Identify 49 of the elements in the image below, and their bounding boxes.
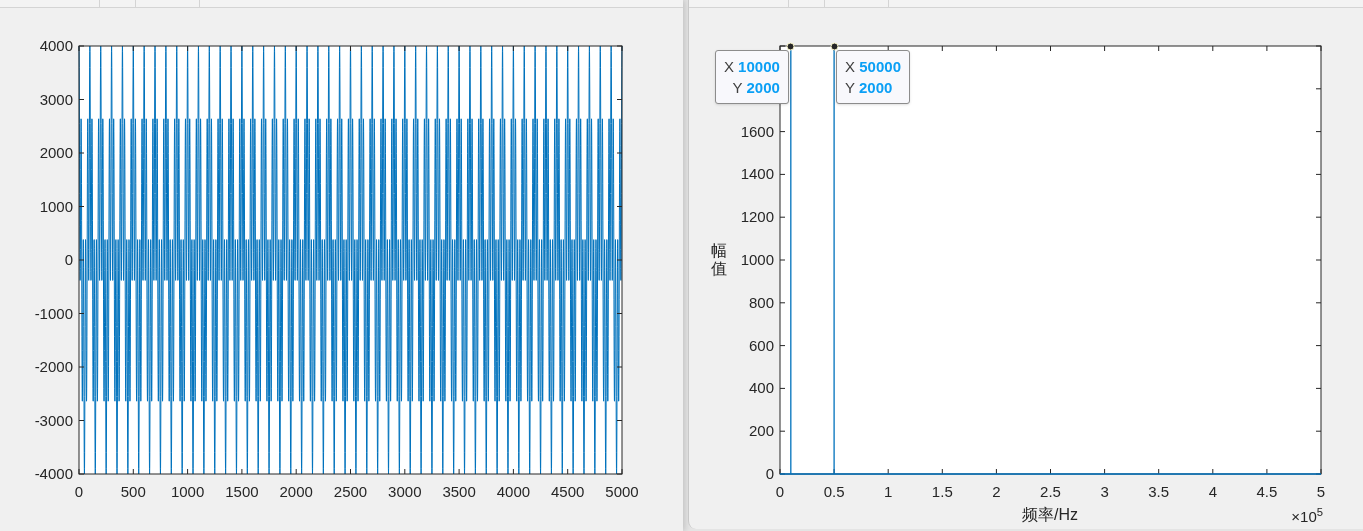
y-tick-label: 600 xyxy=(748,337,774,354)
x-tick-label: 0 xyxy=(775,484,785,500)
datatip-x-value: X 50000 xyxy=(845,57,901,77)
x-tick-label: 3 xyxy=(1100,484,1109,500)
x-tick-label: 1500 xyxy=(225,484,259,500)
y-axis-label: 幅值 xyxy=(711,242,727,278)
x-tick-label: 3000 xyxy=(388,484,422,500)
x-tick-label: 0.5 xyxy=(823,484,845,500)
x-tick-label: 1 xyxy=(884,484,893,500)
x-tick-label: 4.5 xyxy=(1256,484,1278,500)
x-tick-label: 4000 xyxy=(496,484,531,500)
y-tick-label: 1200 xyxy=(740,209,774,226)
x-tick-label: 1.5 xyxy=(931,484,953,500)
x-tick-label: 3500 xyxy=(442,484,476,500)
x-tick-label: 5000 xyxy=(605,484,639,500)
x-tick-label: 4500 xyxy=(551,484,585,500)
y-tick-label: 0 xyxy=(765,466,774,482)
y-tick-label: 1400 xyxy=(740,166,774,183)
datatip[interactable]: X 50000 Y 2000 xyxy=(836,50,910,104)
datatip[interactable]: X 10000 Y 2000 xyxy=(714,50,789,104)
x-axis-label: 频率/Hz xyxy=(1022,506,1078,524)
y-tick-label: -3000 xyxy=(34,412,73,429)
y-tick-label: 0 xyxy=(64,252,73,268)
datatip-y-value: Y 2000 xyxy=(845,78,893,98)
y-tick-label: 200 xyxy=(748,423,774,440)
x-tick-label: 0 xyxy=(74,484,84,500)
y-tick-label: -2000 xyxy=(34,359,73,375)
x-tick-label: 2 xyxy=(992,484,1001,500)
y-tick-label: 4000 xyxy=(39,38,73,54)
axis-exponent: ×10$^{5}$ xyxy=(1291,508,1323,526)
x-tick-label: 2000 xyxy=(279,484,313,500)
y-tick-label: 3000 xyxy=(39,91,73,108)
datatip-y-value: Y 2000 xyxy=(732,78,780,98)
y-tick-label: 1000 xyxy=(740,252,774,268)
y-tick-label: 400 xyxy=(748,380,774,397)
x-tick-label: 3.5 xyxy=(1148,484,1170,500)
y-tick-label: 1600 xyxy=(740,123,774,140)
x-tick-label: 4 xyxy=(1208,484,1217,500)
datatip-x-value: X 10000 xyxy=(723,57,780,77)
y-tick-label: -1000 xyxy=(34,305,73,322)
y-tick-label: 1000 xyxy=(39,198,73,215)
x-tick-label: 2500 xyxy=(333,484,368,500)
y-tick-label: -4000 xyxy=(34,466,73,482)
x-tick-label: 1000 xyxy=(170,484,205,500)
y-tick-label: 2000 xyxy=(39,145,73,161)
x-tick-label: 500 xyxy=(120,484,146,500)
y-tick-label: 800 xyxy=(748,294,774,311)
x-tick-label: 5 xyxy=(1316,484,1326,500)
x-tick-label: 2.5 xyxy=(1040,484,1061,500)
